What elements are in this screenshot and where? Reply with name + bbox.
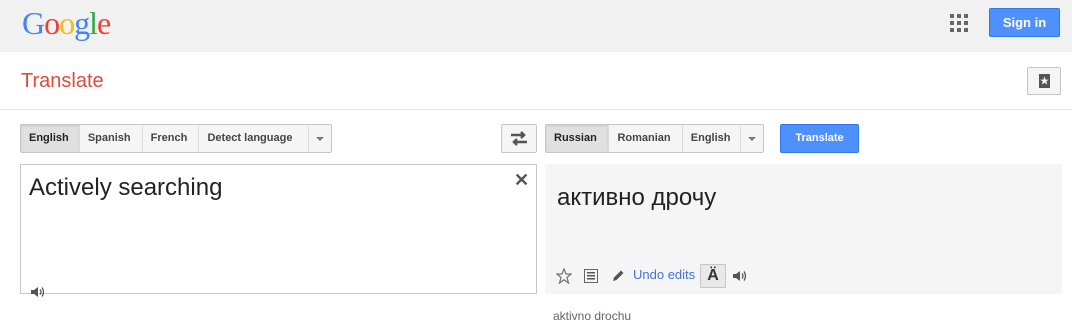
translated-text[interactable]: активно дрочу <box>557 184 716 212</box>
swap-languages-button[interactable] <box>501 124 537 153</box>
logo-letter: l <box>89 5 98 41</box>
list-icon[interactable] <box>583 268 599 284</box>
target-lang-russian[interactable]: Russian <box>546 125 610 152</box>
target-lang-english[interactable]: English <box>683 125 742 152</box>
target-lang-romanian[interactable]: Romanian <box>609 125 683 152</box>
logo-letter: g <box>74 5 90 41</box>
google-logo[interactable]: Google <box>22 5 111 42</box>
source-text-box[interactable]: Actively searching ✕ <box>20 164 537 297</box>
translate-button[interactable]: Translate <box>780 124 859 153</box>
source-language-bar: English Spanish French Detect language <box>20 124 332 153</box>
logo-letter: o <box>59 5 75 41</box>
a-umlaut-toggle[interactable]: Ä <box>700 264 726 288</box>
source-lang-spanish[interactable]: Spanish <box>80 125 143 152</box>
logo-letter: G <box>22 5 45 41</box>
phrasebook-button[interactable] <box>1027 67 1061 95</box>
source-text[interactable]: Actively searching <box>29 174 222 202</box>
logo-letter: o <box>44 5 60 41</box>
top-bar: Google Sign in <box>0 0 1072 52</box>
translation-result: активно дрочу Undo edits Ä <box>545 164 1062 294</box>
apps-grid-icon[interactable] <box>950 14 968 32</box>
close-icon[interactable]: ✕ <box>514 170 529 191</box>
transliteration-text: aktivno drochu <box>553 309 632 323</box>
phrasebook-star-icon <box>1039 74 1050 88</box>
swap-languages-icon <box>511 131 527 146</box>
sign-in-button[interactable]: Sign in <box>989 8 1060 37</box>
page-title: Translate <box>21 70 104 92</box>
undo-edits-link[interactable]: Undo edits <box>633 267 695 282</box>
target-language-bar: Russian Romanian English <box>545 124 764 153</box>
source-lang-english[interactable]: English <box>21 125 80 152</box>
source-lang-detect[interactable]: Detect language <box>199 125 310 152</box>
source-lang-french[interactable]: French <box>143 125 200 152</box>
title-bar: Translate <box>0 52 1072 110</box>
speaker-icon[interactable] <box>732 269 748 283</box>
logo-letter: e <box>97 5 111 41</box>
speaker-icon[interactable] <box>30 285 46 299</box>
source-lang-dropdown[interactable] <box>309 125 331 152</box>
star-icon[interactable] <box>556 268 572 284</box>
pencil-icon[interactable] <box>610 268 626 284</box>
target-lang-dropdown[interactable] <box>741 125 763 152</box>
